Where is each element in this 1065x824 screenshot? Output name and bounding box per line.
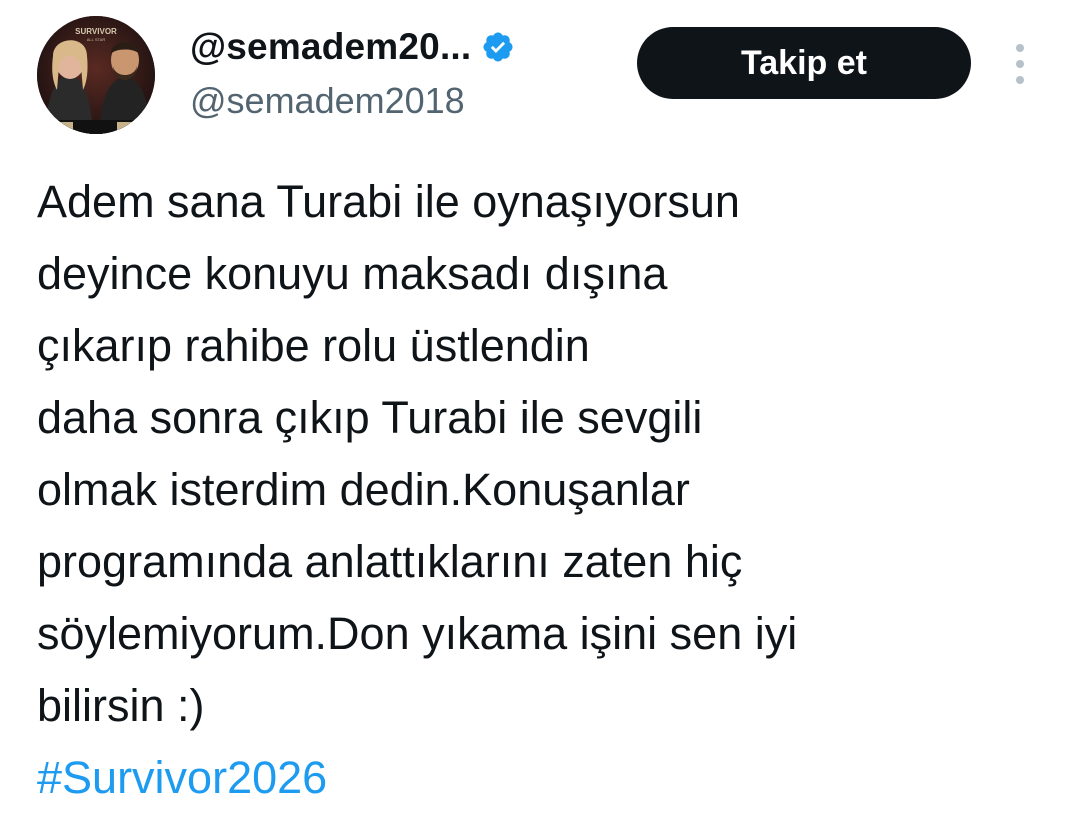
display-name[interactable]: @semadem20... bbox=[190, 26, 471, 68]
tweet-text-line: bilirsin :) bbox=[37, 680, 205, 731]
tweet-text-line: daha sonra çıkıp Turabi ile sevgili bbox=[37, 392, 703, 443]
more-dot bbox=[1016, 76, 1024, 84]
follow-button[interactable]: Takip et bbox=[637, 27, 971, 99]
verified-badge-icon bbox=[481, 30, 515, 64]
user-handle[interactable]: @semadem2018 bbox=[190, 80, 515, 122]
tweet-text-line: olmak isterdim dedin.Konuşanlar bbox=[37, 464, 690, 515]
svg-text:ALL STAR: ALL STAR bbox=[87, 37, 106, 42]
tweet-card: SURVIVOR ALL STAR @semadem20... @semadem… bbox=[0, 0, 1065, 824]
more-dot bbox=[1016, 60, 1024, 68]
tweet-text-line: söylemiyorum.Don yıkama işini sen iyi bbox=[37, 608, 798, 659]
tweet-text-line: programında anlattıklarını zaten hiç bbox=[37, 536, 743, 587]
avatar-image: SURVIVOR ALL STAR bbox=[37, 16, 155, 134]
more-dot bbox=[1016, 44, 1024, 52]
tweet-header: SURVIVOR ALL STAR @semadem20... @semadem… bbox=[0, 0, 1065, 150]
author-names: @semadem20... @semadem2018 bbox=[190, 22, 515, 122]
display-name-row: @semadem20... bbox=[190, 22, 515, 72]
avatar[interactable]: SURVIVOR ALL STAR bbox=[37, 16, 155, 134]
more-options-icon[interactable] bbox=[1010, 44, 1030, 84]
tweet-text-line: deyince konuyu maksadı dışına bbox=[37, 248, 668, 299]
tweet-text-line: çıkarıp rahibe rolu üstlendin bbox=[37, 320, 590, 371]
tweet-text-line: Adem sana Turabi ile oynaşıyorsun bbox=[37, 176, 740, 227]
svg-text:SURVIVOR: SURVIVOR bbox=[75, 27, 117, 36]
hashtag-link[interactable]: #Survivor2026 bbox=[37, 742, 1047, 814]
tweet-text: Adem sana Turabi ile oynaşıyorsun deyinc… bbox=[37, 166, 1047, 814]
